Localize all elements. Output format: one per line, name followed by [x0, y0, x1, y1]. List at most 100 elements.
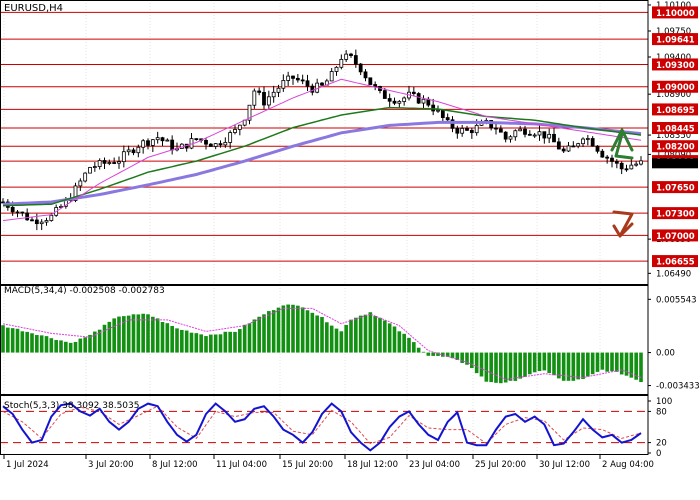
candle-body [508, 136, 513, 140]
candle-body [83, 172, 88, 182]
candle-body [373, 84, 378, 87]
macd-bar [402, 333, 406, 353]
candle-body [107, 162, 112, 164]
candle-body [44, 220, 49, 223]
macd-bar [102, 324, 107, 353]
macd-bar [416, 347, 421, 353]
macd-bar [238, 329, 242, 353]
time-tick-label: 25 Jul 20:00 [475, 460, 526, 470]
macd-bar [431, 352, 435, 356]
macd-bar [349, 319, 353, 353]
candle-body [527, 133, 532, 136]
macd-bar [286, 304, 290, 353]
candle-body [78, 180, 83, 187]
macd-bar [160, 321, 165, 353]
macd-bar [233, 331, 237, 353]
macd-bar [358, 315, 363, 353]
candle-body [532, 134, 537, 137]
macd-bar [615, 352, 619, 372]
candle-body [411, 91, 416, 94]
macd-bar [503, 352, 508, 383]
candle-body [474, 124, 479, 134]
time-tick-label: 2 Aug 04:00 [602, 460, 654, 470]
candle-body [387, 98, 392, 102]
candle-body [141, 140, 146, 148]
level-label: 1.09641 [656, 36, 695, 46]
candle-body [590, 138, 595, 147]
macd-bar [368, 312, 373, 353]
chart-background [0, 0, 700, 500]
candle-body [121, 151, 126, 163]
macd-bar [499, 352, 503, 384]
candle-body [34, 219, 39, 225]
macd-bar [194, 333, 199, 353]
macd-bar [542, 352, 547, 371]
macd-bar [213, 334, 218, 353]
level-label: 1.09300 [656, 61, 695, 71]
macd-bar [151, 316, 155, 353]
macd-bar [281, 305, 286, 353]
candle-body [639, 160, 643, 165]
macd-bar [20, 331, 25, 353]
macd-bar [315, 315, 319, 353]
macd-bar [78, 338, 83, 353]
macd-bar [252, 319, 257, 353]
macd-bar [339, 331, 344, 353]
level-label: 1.09000 [656, 83, 695, 93]
candle-body [117, 161, 121, 164]
candle-body [542, 131, 547, 139]
macd-bar [15, 328, 20, 353]
macd-bar [581, 352, 585, 379]
candle-body [329, 71, 334, 82]
macd-bar [242, 324, 247, 353]
candle-body [523, 128, 527, 135]
candle-body [271, 91, 276, 98]
candle-body [320, 82, 324, 86]
macd-bar [44, 336, 49, 353]
macd-bar [334, 328, 339, 353]
macd-tick-label: 0.005543 [656, 295, 697, 305]
candle-body [131, 149, 136, 154]
macd-tick-label: -0.003433 [656, 382, 700, 392]
macd-bar [300, 307, 305, 353]
macd-bar [576, 352, 580, 380]
candle-body [213, 143, 218, 147]
macd-bar [354, 317, 358, 353]
candle-body [614, 161, 619, 164]
macd-bar [209, 334, 213, 353]
macd-bar [590, 352, 595, 375]
macd-bar [329, 325, 334, 353]
candle-body [300, 79, 305, 82]
macd-bar [35, 335, 39, 353]
candle-body [49, 214, 54, 221]
current-price-marker [652, 158, 698, 169]
candle-body [498, 128, 503, 133]
macd-bar [547, 352, 551, 374]
candle-body [605, 156, 610, 159]
macd-bar [619, 352, 624, 375]
candle-body [634, 163, 639, 166]
macd-bar [426, 352, 431, 356]
candle-body [339, 58, 344, 68]
macd-bar [184, 330, 189, 353]
macd-bar [112, 318, 116, 353]
stoch-tick-label: 80 [656, 407, 667, 417]
candle-body [262, 92, 266, 106]
macd-tick-label: 0.00 [656, 349, 675, 359]
candle-body [619, 162, 624, 170]
level-label: 1.08695 [656, 106, 695, 116]
candle-body [595, 145, 600, 152]
candle-body [150, 139, 155, 146]
macd-bar [1, 325, 5, 353]
candle-body [102, 160, 107, 164]
macd-bar [639, 352, 643, 383]
macd-bar [199, 334, 203, 353]
stochastic-label: Stoch(5,3,3) 38.3092 38.5035 [4, 401, 139, 411]
candle-body [566, 145, 571, 152]
candle-body [571, 145, 576, 148]
macd-bar [465, 352, 469, 365]
macd-bar [296, 305, 300, 353]
macd-bar [561, 352, 566, 381]
price-tick-label: 1.06490 [656, 269, 691, 279]
candle-body [25, 212, 30, 221]
